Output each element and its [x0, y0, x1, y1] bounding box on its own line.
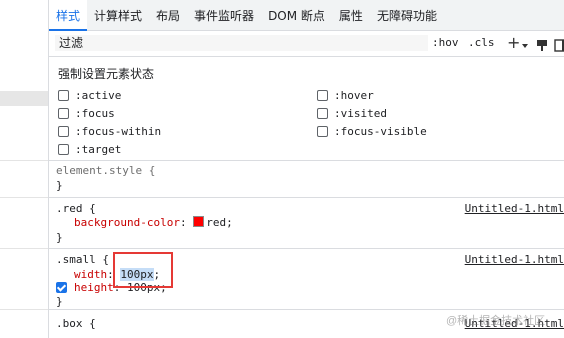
semicolon: ; [226, 216, 233, 229]
color-swatch[interactable] [193, 216, 205, 227]
declaration-height[interactable]: height: 100px; [74, 280, 167, 295]
rule-close-brace: } [56, 231, 63, 244]
tab-dom-breakpoints[interactable]: DOM 断点 [261, 0, 332, 30]
tab-layout[interactable]: 布局 [149, 0, 187, 30]
rule-selector[interactable]: .small { [56, 252, 109, 267]
state-target[interactable]: :target [58, 143, 121, 156]
rule-red: .red { Untitled-1.html background-color:… [49, 198, 564, 249]
styles-pane: 样式 计算样式 布局 事件监听器 DOM 断点 属性 无障碍功能 :hov .c… [49, 0, 564, 338]
checkbox[interactable] [317, 108, 328, 119]
semicolon: ; [160, 281, 167, 294]
rule-small: .small { Untitled-1.html width: 100px; h… [49, 249, 564, 310]
filter-bar: :hov .cls + [49, 31, 564, 57]
filter-input[interactable] [55, 35, 428, 51]
divider [0, 309, 48, 310]
chevron-down-icon[interactable] [522, 44, 528, 48]
state-label: :focus-within [75, 125, 162, 138]
rule-source-link[interactable]: Untitled-1.html [465, 252, 564, 267]
state-focus[interactable]: :focus [58, 107, 115, 120]
rule-selector[interactable]: .red { [56, 201, 96, 216]
rule-selector[interactable]: element.style { [56, 163, 155, 178]
hov-toggle[interactable]: :hov [432, 36, 459, 49]
property-value[interactable]: red [206, 216, 226, 229]
divider [0, 160, 48, 161]
divider [0, 197, 48, 198]
declaration-enabled-checkbox[interactable] [56, 282, 67, 293]
tab-bar: 样式 计算样式 布局 事件监听器 DOM 断点 属性 无障碍功能 [49, 0, 564, 31]
watermark: @稀土掘金技术社区 [446, 315, 546, 327]
rule-close-brace: } [56, 295, 63, 308]
force-state-panel: 强制设置元素状态 :active :focus :focus-within :t… [49, 57, 564, 161]
state-visited[interactable]: :visited [317, 107, 387, 120]
property-name[interactable]: background-color [74, 216, 180, 229]
elements-pane [0, 0, 49, 338]
rule-selector[interactable]: .box { [56, 316, 96, 331]
rule-element-style: element.style { } [49, 161, 564, 198]
selected-node-row[interactable] [0, 91, 48, 106]
state-label: :target [75, 143, 122, 156]
state-focus-within[interactable]: :focus-within [58, 125, 161, 138]
property-name[interactable]: height [74, 281, 114, 294]
state-label: :active [75, 89, 122, 102]
checkbox[interactable] [58, 126, 69, 137]
rule-close-brace: } [56, 179, 63, 192]
state-label: :focus [75, 107, 115, 120]
state-hover[interactable]: :hover [317, 89, 374, 102]
state-label: :visited [334, 107, 387, 120]
checkbox[interactable] [317, 126, 328, 137]
colon: : [179, 216, 187, 229]
state-focus-visible[interactable]: :focus-visible [317, 125, 427, 138]
rule-source-link[interactable]: Untitled-1.html [465, 201, 564, 216]
tab-computed[interactable]: 计算样式 [87, 0, 149, 30]
state-label: :hover [334, 89, 374, 102]
cls-toggle[interactable]: .cls [468, 36, 495, 49]
divider [0, 248, 48, 249]
colon: : [113, 281, 121, 294]
declaration-background-color[interactable]: background-color: red; [74, 215, 233, 230]
new-rule-button[interactable]: + [507, 33, 520, 52]
tab-event-listeners[interactable]: 事件监听器 [187, 0, 261, 30]
checkbox[interactable] [317, 90, 328, 101]
property-value[interactable]: 100px [127, 281, 160, 294]
paint-brush-icon[interactable] [535, 37, 549, 51]
checkbox[interactable] [58, 90, 69, 101]
checkbox[interactable] [58, 144, 69, 155]
force-state-title: 强制设置元素状态 [58, 67, 155, 81]
sidebar-toggle-icon[interactable] [554, 37, 564, 52]
tab-properties[interactable]: 属性 [332, 0, 370, 30]
tab-styles[interactable]: 样式 [49, 0, 88, 31]
tab-accessibility[interactable]: 无障碍功能 [370, 0, 444, 30]
state-active[interactable]: :active [58, 89, 121, 102]
checkbox[interactable] [58, 108, 69, 119]
state-label: :focus-visible [334, 125, 427, 138]
